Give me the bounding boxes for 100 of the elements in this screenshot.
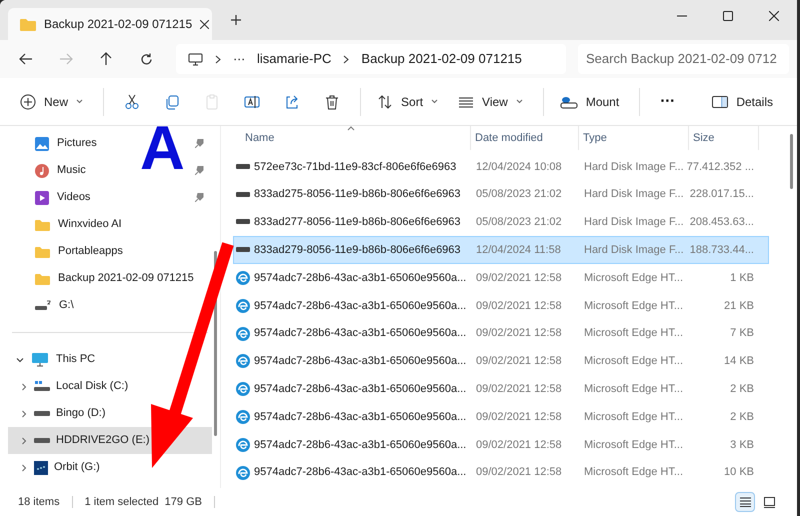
nav-item[interactable]: G:\ [35,292,74,319]
nav-item[interactable]: Bingo (D:) [8,400,212,427]
file-name: 9574adc7-28b6-43ac-a3b1-65060e9560a... [254,465,466,480]
file-row[interactable]: 9574adc7-28b6-43ac-a3b1-65060e9560a... 09/02/2021 12:58 Microsoft Edge HT... 21 KB [233,292,769,320]
chevron-right-icon [20,464,28,472]
picture-icon [35,136,49,150]
nav-item[interactable]: Winxvideo AI [35,211,122,238]
nav-item[interactable]: Music [35,157,86,184]
sort-arrows-icon [377,94,394,110]
column-header[interactable]: Name [241,126,471,150]
menu-button[interactable]: View [450,86,531,118]
folder-icon [35,246,50,258]
file-size: 10 KB [724,465,754,480]
breadcrumb-item[interactable]: lisamarie-PC [257,49,332,69]
minimize-icon [677,15,687,17]
file-name: 9574adc7-28b6-43ac-a3b1-65060e9560a... [254,270,466,286]
browser-file-icon [236,298,250,313]
nav-item[interactable]: Backup 2021-02-09 071215 [35,265,194,292]
trash-icon [324,94,340,110]
computer-icon [188,52,203,66]
file-size: 208.453.63... [690,215,754,230]
sort-caret-icon [347,126,355,131]
nav-item[interactable]: Local Disk (C:) [8,373,212,400]
file-type: Hard Disk Image F... [584,188,684,200]
system-drive-icon [34,380,50,392]
file-row[interactable]: 833ad277-8056-11e9-b86b-806e6f6e6963 05/08/2023 21:02 Hard Disk Image F... 208.453.63... [233,208,769,236]
chevron-right-icon [20,410,28,418]
browser-file-icon [236,354,250,368]
toolbar-button[interactable]: Mount [552,86,628,118]
chevron-right-icon [20,436,28,444]
file-size: 7 KB [730,326,754,342]
drive-logo-icon [34,460,48,474]
browser-file-icon [236,382,250,396]
nav-item[interactable]: This PC [8,346,212,373]
date-modified: 09/02/2021 12:58 [476,300,562,312]
date-modified: 12/04/2024 11:58 [476,244,561,256]
browser-file-icon [236,326,250,341]
drive-icon [34,438,50,444]
file-name: 833ad277-8056-11e9-b86b-806e6f6e6963 [254,215,461,230]
chevron-down-icon [76,99,84,104]
file-row[interactable]: 9574adc7-28b6-43ac-a3b1-65060e9560a... 09/02/2021 12:58 Microsoft Edge HT... 3 KB [233,430,769,459]
file-size: 228.017.15... [690,187,754,202]
search-field[interactable]: Search Backup 2021-02-09 0712 [578,44,789,74]
file-row[interactable]: 833ad279-8056-11e9-b86b-806e6f6e6963 12/04/2024 11:58 Hard Disk Image F... 188.733.44... [233,236,769,264]
copy-icon [164,94,180,110]
file-type: Microsoft Edge HT... [584,466,684,478]
drive-icon [236,164,250,170]
drive-icon [236,247,250,254]
menu-button[interactable]: Sort [369,86,446,118]
list-lines-icon [740,497,750,507]
item-count: 18 items [18,494,60,510]
column-header[interactable]: Size [689,126,759,150]
folder-icon [35,218,50,230]
details-pane-icon [712,94,728,108]
scrollbar-thumb[interactable] [214,251,217,436]
chevron-down-icon [516,99,523,104]
browser-file-icon [236,410,250,424]
window-tab[interactable]: Backup 2021-02-09 071215 [8,8,212,40]
file-row[interactable]: 9574adc7-28b6-43ac-a3b1-65060e9560a... 09/02/2021 12:58 Microsoft Edge HT... 2 KB [233,403,769,431]
column-header[interactable]: Type [579,126,689,150]
details-view-button[interactable] [735,492,755,512]
file-row[interactable]: 9574adc7-28b6-43ac-a3b1-65060e9560a... 09/02/2021 12:58 Microsoft Edge HT... 2 KB [233,375,769,404]
scrollbar-thumb[interactable] [790,134,793,189]
address-bar[interactable]: ··· lisamarie-PC Backup 2021-02-09 071215 [176,44,566,74]
scissors-icon [124,94,140,110]
file-name: 9574adc7-28b6-43ac-a3b1-65060e9560a... [254,382,466,398]
file-size: 2 KB [730,410,754,425]
toolbar-button[interactable]: Details [704,86,781,118]
more-options-button[interactable]: ··· [648,86,687,118]
file-row[interactable]: 9574adc7-28b6-43ac-a3b1-65060e9560a... 09/02/2021 12:58 Microsoft Edge HT... 1 KB [233,264,769,292]
file-row[interactable]: 833ad275-8056-11e9-b86b-806e6f6e6963 05/08/2023 21:02 Hard Disk Image F... 228.017.15... [233,180,769,209]
date-modified: 09/02/2021 12:58 [476,327,562,340]
nav-item[interactable]: Videos [35,184,90,211]
column-header[interactable]: Date modified [471,126,579,150]
folder-icon [35,272,50,284]
file-row[interactable]: 9574adc7-28b6-43ac-a3b1-65060e9560a... 09/02/2021 12:58 Microsoft Edge HT... 10 KB [233,458,769,487]
browser-file-icon [236,271,250,286]
file-name: 833ad279-8056-11e9-b86b-806e6f6e6963 [254,243,461,258]
nav-item[interactable]: Orbit (G:) [8,454,212,481]
file-type: Hard Disk Image F... [584,216,684,228]
nav-item[interactable]: Pictures [35,130,97,157]
browser-file-icon [236,438,250,452]
hidden-path-button[interactable]: ··· [233,49,246,69]
date-modified: 09/02/2021 12:58 [476,438,562,451]
up-arrow-icon [100,52,112,66]
file-row[interactable]: 9574adc7-28b6-43ac-a3b1-65060e9560a... 09/02/2021 12:58 Microsoft Edge HT... 7 KB [233,320,769,348]
file-size: 77.412.352 ... [686,160,754,175]
file-size: 14 KB [724,354,754,370]
nav-item[interactable]: Portableapps [35,238,123,265]
file-type: Microsoft Edge HT... [584,383,684,396]
file-type: Hard Disk Image F... [584,160,684,173]
file-row[interactable]: 572ee73c-71bd-11e9-83cf-806e6f6e6963 12/04/2024 10:08 Hard Disk Image F... 77.412.352 ... [233,153,769,181]
file-row[interactable]: 9574adc7-28b6-43ac-a3b1-65060e9560a... 09/02/2021 12:58 Microsoft Edge HT... 14 KB [233,348,769,376]
file-type: Microsoft Edge HT... [584,300,684,312]
annotation-letter: A [140,118,185,180]
chevron-right-icon [215,54,221,64]
breadcrumb-item[interactable]: Backup 2021-02-09 071215 [361,49,522,69]
menu-button[interactable]: New [12,86,92,118]
file-type: Microsoft Edge HT... [584,327,684,340]
share-icon [284,94,300,110]
